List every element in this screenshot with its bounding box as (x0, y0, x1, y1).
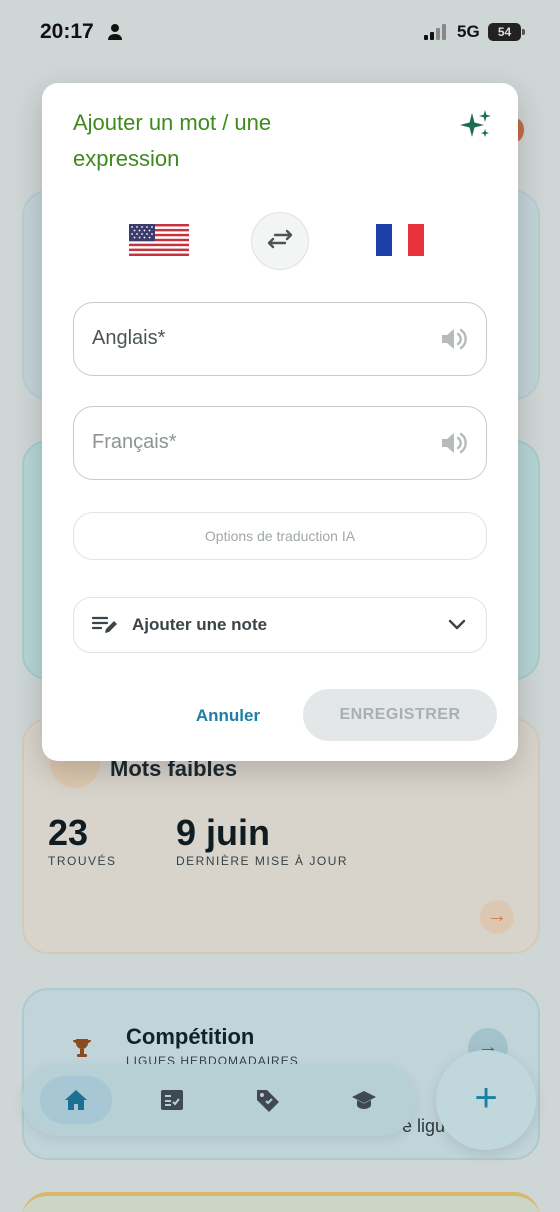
graduation-cap-icon[interactable] (328, 1076, 400, 1124)
bottom-nav (22, 1064, 416, 1136)
fr-flag-icon[interactable] (376, 224, 424, 261)
speaker-icon[interactable] (440, 326, 468, 357)
french-input[interactable]: Français* (73, 406, 487, 480)
cancel-button[interactable]: Annuler (178, 691, 278, 741)
checklist-icon[interactable] (136, 1076, 208, 1124)
found-count: 23 (48, 812, 89, 853)
add-note-label: Ajouter une note (132, 615, 268, 634)
status-time: 20:17 (40, 20, 94, 43)
found-label: TROUVÉS (48, 854, 117, 868)
speaker-icon[interactable] (440, 430, 468, 461)
chevron-down-icon (448, 618, 466, 636)
dialog-title: Ajouter un mot / une expression (73, 110, 272, 171)
home-icon[interactable] (40, 1076, 112, 1124)
signal-icon (424, 24, 450, 45)
tag-icon[interactable] (232, 1076, 304, 1124)
sparkle-ai-icon[interactable] (460, 109, 492, 146)
battery-icon: 54 (488, 23, 525, 41)
ai-translation-options-button[interactable]: Options de traduction IA (73, 512, 487, 560)
swap-languages-button[interactable] (251, 212, 309, 270)
network-type: 5G (457, 22, 480, 41)
competition-title: Compétition (126, 1024, 255, 1049)
add-note-expander[interactable]: Ajouter une note (73, 597, 487, 653)
add-fab-button[interactable]: + (436, 1050, 536, 1150)
add-word-dialog: Ajouter un mot / une expression Anglais*… (42, 83, 518, 761)
last-update-date: 9 juin (176, 812, 271, 853)
trophy-icon (70, 1036, 94, 1065)
swap-arrows-icon (267, 229, 293, 254)
us-flag-icon[interactable] (129, 224, 189, 261)
edit-note-icon (91, 615, 118, 640)
save-button[interactable]: ENREGISTRER (303, 689, 497, 741)
english-input-placeholder: Anglais* (92, 327, 166, 349)
weak-words-arrow-icon[interactable]: → (480, 900, 514, 934)
english-input[interactable]: Anglais* (73, 302, 487, 376)
last-update-label: DERNIÈRE MISE À JOUR (176, 854, 349, 868)
french-input-placeholder: Français* (92, 431, 177, 453)
status-bar: 20:17 5G 54 (0, 0, 560, 64)
background-card (22, 1192, 540, 1212)
person-icon (107, 23, 123, 46)
